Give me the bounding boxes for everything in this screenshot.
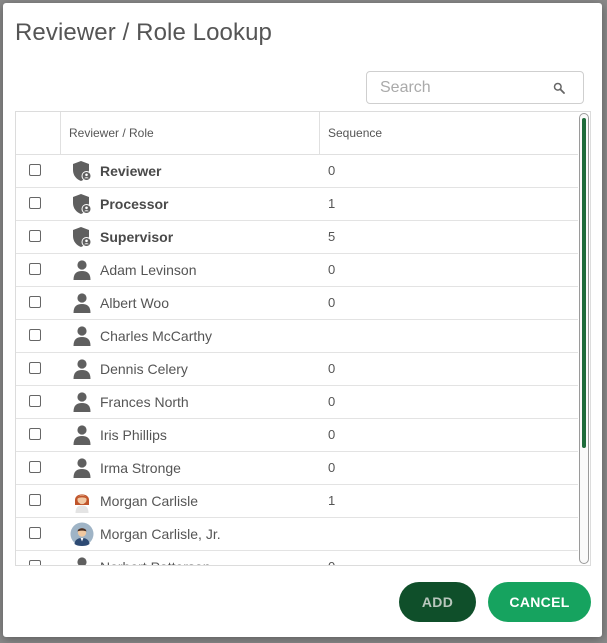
sequence-value: 5	[328, 229, 336, 244]
grid-scrollbar[interactable]	[579, 113, 589, 564]
reviewer-grid: Reviewer / Role Sequence Reviewer 0 Proces…	[15, 111, 591, 566]
sequence-value: 0	[328, 394, 336, 409]
person-icon	[70, 555, 94, 565]
search-box[interactable]	[366, 71, 584, 104]
row-checkbox[interactable]	[29, 428, 41, 440]
grid-header: Reviewer / Role Sequence	[16, 112, 578, 155]
table-row[interactable]: Adam Levinson 0	[16, 254, 578, 287]
reviewer-name: Supervisor	[100, 229, 174, 245]
table-row[interactable]: Irma Stronge 0	[16, 452, 578, 485]
search-icon[interactable]	[553, 82, 565, 94]
reviewer-name: Charles McCarthy	[100, 328, 213, 344]
reviewer-name: Reviewer	[100, 163, 162, 179]
person-icon	[70, 423, 94, 447]
table-row[interactable]: Norbert Patterson 0	[16, 551, 578, 565]
dialog-title: Reviewer / Role Lookup	[15, 19, 273, 46]
row-checkbox[interactable]	[29, 329, 41, 341]
grid-rows: Reviewer 0 Processor 1 Supervisor 5 Adam Levin…	[16, 155, 578, 565]
reviewer-name: Morgan Carlisle	[100, 493, 199, 509]
table-row[interactable]: Frances North 0	[16, 386, 578, 419]
row-checkbox[interactable]	[29, 230, 41, 242]
reviewer-name: Adam Levinson	[100, 262, 197, 278]
header-sequence[interactable]: Sequence	[320, 112, 578, 154]
row-checkbox[interactable]	[29, 461, 41, 473]
row-checkbox[interactable]	[29, 362, 41, 374]
row-checkbox[interactable]	[29, 527, 41, 539]
scrollbar-thumb[interactable]	[582, 118, 586, 448]
reviewer-name: Irma Stronge	[100, 460, 181, 476]
sequence-value: 0	[328, 551, 335, 565]
table-row[interactable]: Morgan Carlisle, Jr.	[16, 518, 578, 551]
row-checkbox[interactable]	[29, 197, 41, 209]
header-reviewer-role[interactable]: Reviewer / Role	[61, 112, 320, 154]
person-icon	[70, 324, 94, 348]
sequence-value: 0	[328, 427, 336, 442]
row-checkbox[interactable]	[29, 296, 41, 308]
row-checkbox[interactable]	[29, 263, 41, 275]
reviewer-name: Processor	[100, 196, 169, 212]
reviewer-role-lookup-dialog: Reviewer / Role Lookup Reviewer / Role S…	[3, 3, 602, 637]
sequence-value: 0	[328, 295, 336, 310]
reviewer-name: Dennis Celery	[100, 361, 188, 377]
table-row[interactable]: Supervisor 5	[16, 221, 578, 254]
row-checkbox[interactable]	[29, 494, 41, 506]
sequence-value: 1	[328, 493, 336, 508]
table-row[interactable]: Dennis Celery 0	[16, 353, 578, 386]
person-icon	[70, 258, 94, 282]
avatar-female-icon	[70, 489, 94, 513]
add-button[interactable]: ADD	[399, 582, 476, 622]
person-icon	[70, 390, 94, 414]
shield-user-icon	[70, 192, 94, 216]
row-checkbox[interactable]	[29, 164, 41, 176]
header-select-column	[16, 112, 61, 154]
sequence-value: 1	[328, 196, 336, 211]
person-icon	[70, 291, 94, 315]
sequence-value: 0	[328, 163, 336, 178]
reviewer-name: Frances North	[100, 394, 189, 410]
sequence-value: 0	[328, 262, 336, 277]
reviewer-name: Iris Phillips	[100, 427, 167, 443]
sequence-value: 0	[328, 361, 336, 376]
sequence-value: 0	[328, 460, 336, 475]
avatar-male-icon	[70, 522, 94, 546]
reviewer-name: Albert Woo	[100, 295, 169, 311]
reviewer-name: Morgan Carlisle, Jr.	[100, 526, 221, 542]
reviewer-name: Norbert Patterson	[100, 551, 211, 565]
shield-user-icon	[70, 225, 94, 249]
person-icon	[70, 456, 94, 480]
row-checkbox[interactable]	[29, 395, 41, 407]
table-row[interactable]: Iris Phillips 0	[16, 419, 578, 452]
cancel-button[interactable]: CANCEL	[488, 582, 591, 622]
person-icon	[70, 357, 94, 381]
table-row[interactable]: Morgan Carlisle 1	[16, 485, 578, 518]
row-checkbox[interactable]	[29, 560, 41, 565]
table-row[interactable]: Reviewer 0	[16, 155, 578, 188]
table-row[interactable]: Albert Woo 0	[16, 287, 578, 320]
search-input[interactable]	[367, 72, 560, 103]
table-row[interactable]: Processor 1	[16, 188, 578, 221]
shield-user-icon	[70, 159, 94, 183]
table-row[interactable]: Charles McCarthy	[16, 320, 578, 353]
